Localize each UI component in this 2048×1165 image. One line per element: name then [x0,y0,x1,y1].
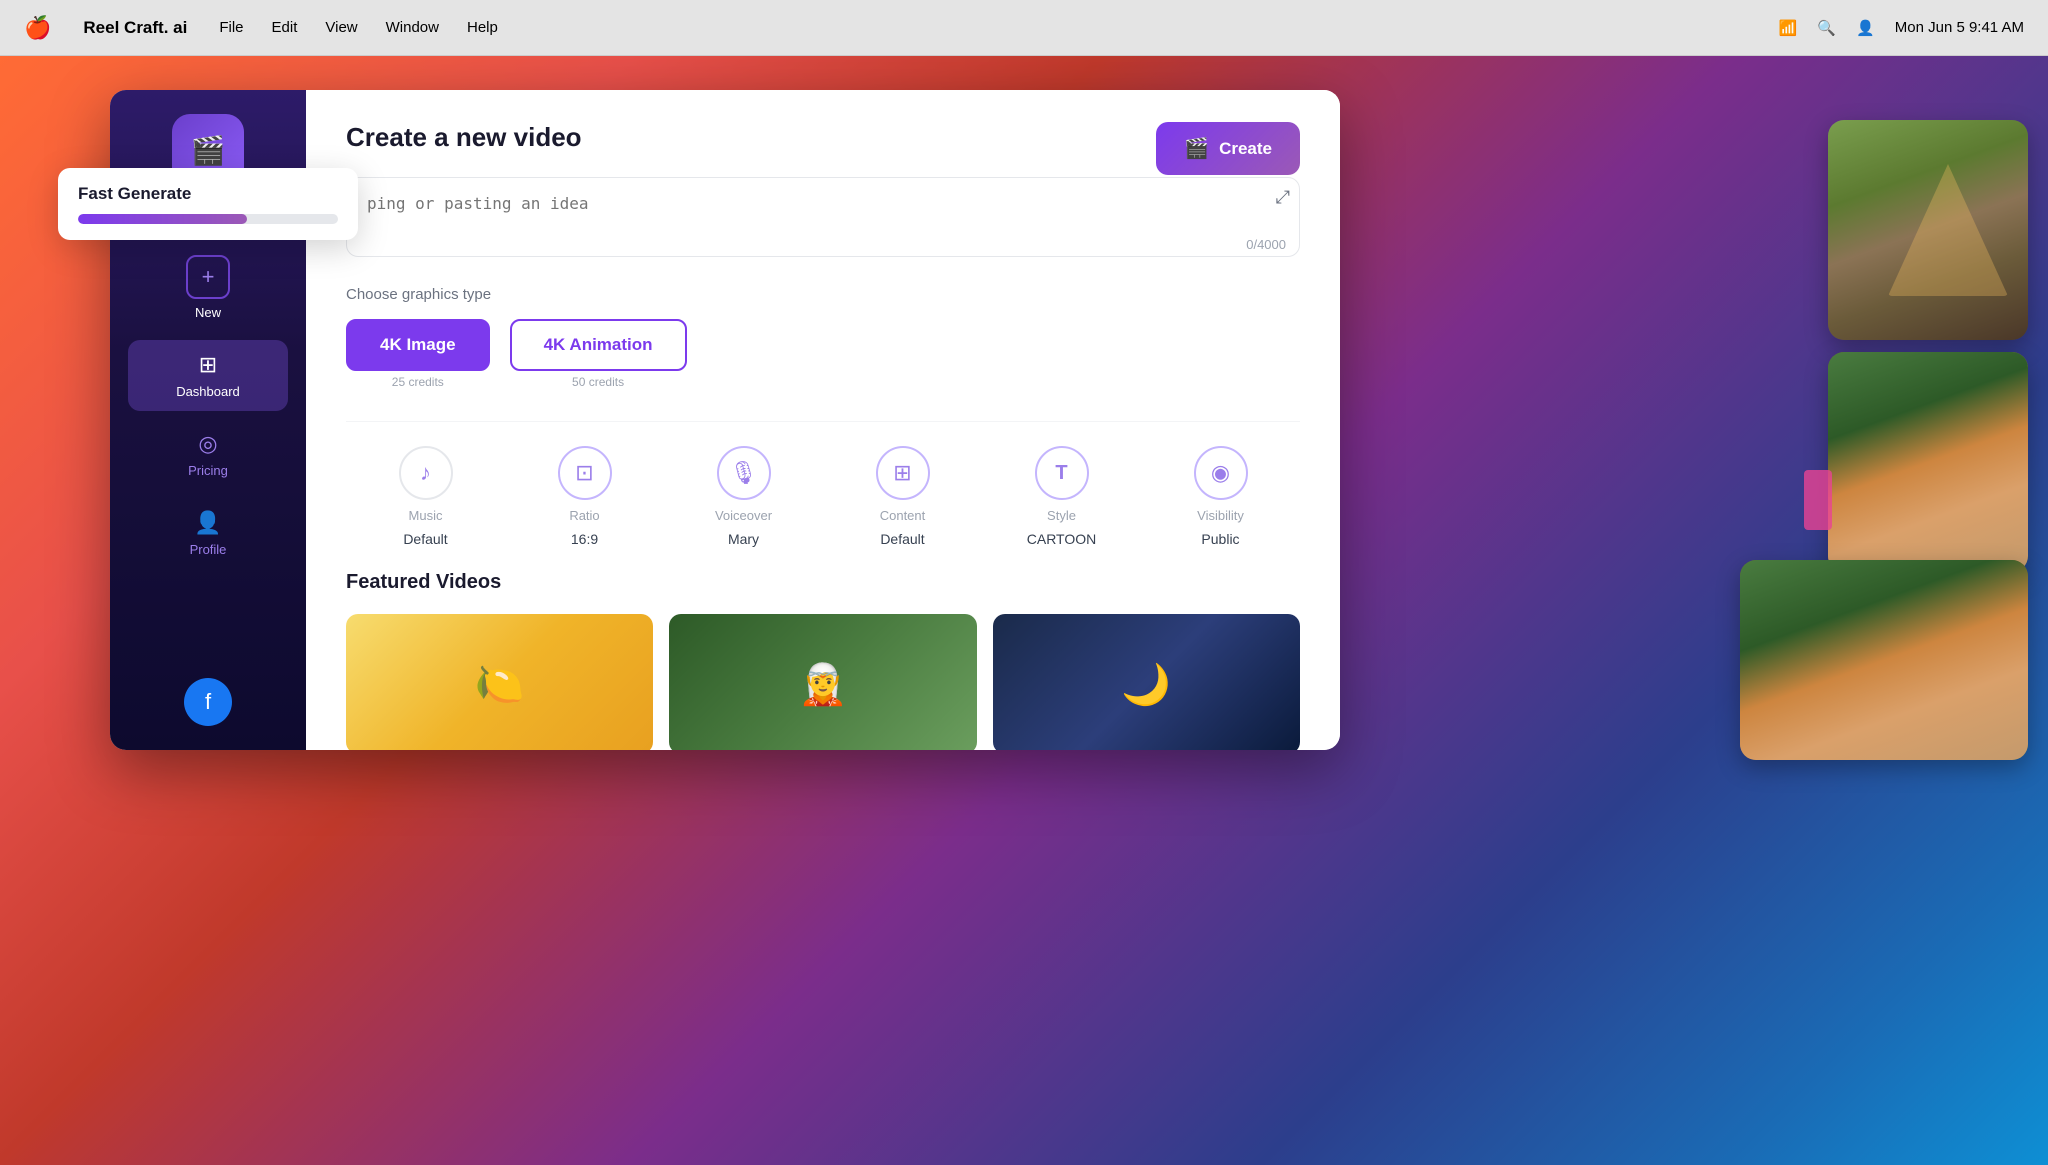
sidebar-item-dashboard[interactable]: ⊞ Dashboard [128,340,288,411]
ratio-value: 16:9 [571,531,598,547]
setting-voiceover[interactable]: 🎙 Voiceover Mary [664,446,823,547]
logo-icon: 🎬 [191,134,226,167]
sidebar-item-new[interactable]: + New [128,243,288,332]
dashboard-icon: ⊞ [199,352,217,378]
visibility-icon: ◉ [1211,460,1230,486]
featured-videos-title: Featured Videos [346,571,1300,594]
ratio-icon: ⊡ [575,460,593,486]
facebook-button[interactable]: f [184,678,232,726]
sidebar-dashboard-label: Dashboard [176,384,240,399]
menu-help[interactable]: Help [467,19,498,36]
create-button-icon: 🎬 [1184,136,1209,161]
menu-view[interactable]: View [325,19,357,36]
sidebar-pricing-label: Pricing [188,463,228,478]
apple-icon: 🍎 [24,15,51,41]
4k-image-credits: 25 credits [392,375,444,389]
visibility-label: Visibility [1197,508,1244,523]
sidebar-profile-label: Profile [190,542,227,557]
menubar: 🍎 Reel Craft. ai File Edit View Window H… [0,0,2048,56]
ratio-icon-circle: ⊡ [558,446,612,500]
sidebar-item-profile[interactable]: 👤 Profile [128,498,288,569]
sidebar-item-pricing[interactable]: ◎ Pricing [128,419,288,490]
4k-animation-credits: 50 credits [572,375,624,389]
main-content: 🎬 Create Create a new video 0/4000 ⤢ Cho… [306,90,1340,750]
featured-video-grid: 🍋 🧝 🌙 [346,614,1300,750]
ratio-label: Ratio [569,508,599,523]
settings-row: ♪ Music Default ⊡ Ratio 16:9 🎙 Voiceover… [346,421,1300,571]
create-button[interactable]: 🎬 Create [1156,122,1300,175]
graphics-section-label: Choose graphics type [346,286,1300,303]
menu-edit[interactable]: Edit [272,19,298,36]
4k-animation-wrap: 4K Animation 50 credits [510,319,687,389]
pricing-icon: ◎ [198,431,217,457]
char-count: 0/4000 [1246,237,1286,252]
content-icon: ⊞ [893,460,911,486]
voiceover-label: Voiceover [715,508,772,523]
music-value: Default [403,531,447,547]
content-label: Content [880,508,926,523]
setting-content[interactable]: ⊞ Content Default [823,446,982,547]
setting-ratio[interactable]: ⊡ Ratio 16:9 [505,446,664,547]
preview-images-right [1828,120,2028,572]
4k-image-wrap: 4K Image 25 credits [346,319,490,389]
decorative-pink-bar [1804,470,1832,530]
voiceover-value: Mary [728,531,759,547]
setting-visibility[interactable]: ◉ Visibility Public [1141,446,1300,547]
visibility-icon-circle: ◉ [1194,446,1248,500]
preview-bottom-right-image [1740,560,2028,760]
featured-video-elf[interactable]: 🧝 [669,614,976,750]
music-icon: ♪ [420,460,431,486]
profile-icon: 👤 [194,510,221,536]
progress-bar-background [78,214,338,224]
featured-video-lemons[interactable]: 🍋 [346,614,653,750]
content-icon-circle: ⊞ [876,446,930,500]
wifi-icon: 📶 [1779,19,1798,37]
datetime: Mon Jun 5 9:41 AM [1895,19,2024,36]
fast-generate-tooltip: Fast Generate [58,168,358,240]
sidebar-new-label: New [195,305,221,320]
style-icon-circle: T [1035,446,1089,500]
content-value: Default [880,531,924,547]
menu-window[interactable]: Window [386,19,439,36]
microphone-icon: 🎙 [730,460,758,486]
4k-animation-button[interactable]: 4K Animation [510,319,687,371]
voiceover-icon-circle: 🎙 [717,446,771,500]
fast-generate-title: Fast Generate [78,184,338,204]
expand-button[interactable]: ⤢ [1276,187,1290,208]
music-icon-circle: ♪ [399,446,453,500]
setting-music[interactable]: ♪ Music Default [346,446,505,547]
search-icon[interactable]: 🔍 [1817,19,1836,37]
preview-elf-image [1828,352,2028,572]
setting-style[interactable]: T Style CARTOON [982,446,1141,547]
user-icon[interactable]: 👤 [1856,19,1875,37]
4k-image-button[interactable]: 4K Image [346,319,490,371]
new-plus-icon: + [186,255,230,299]
menu-file[interactable]: File [219,19,243,36]
create-button-label: Create [1219,139,1272,159]
graphics-type-buttons: 4K Image 25 credits 4K Animation 50 cred… [346,319,1300,389]
featured-video-moon[interactable]: 🌙 [993,614,1300,750]
textarea-section: 0/4000 ⤢ [346,177,1300,262]
music-label: Music [409,508,443,523]
app-name: Reel Craft. ai [83,18,187,38]
style-label: Style [1047,508,1076,523]
style-icon: T [1055,462,1067,485]
progress-bar-fill [78,214,247,224]
visibility-value: Public [1201,531,1239,547]
idea-input[interactable] [346,177,1300,257]
style-value: CARTOON [1027,531,1097,547]
sidebar-bottom: f [184,678,232,726]
preview-landscape-image [1828,120,2028,340]
